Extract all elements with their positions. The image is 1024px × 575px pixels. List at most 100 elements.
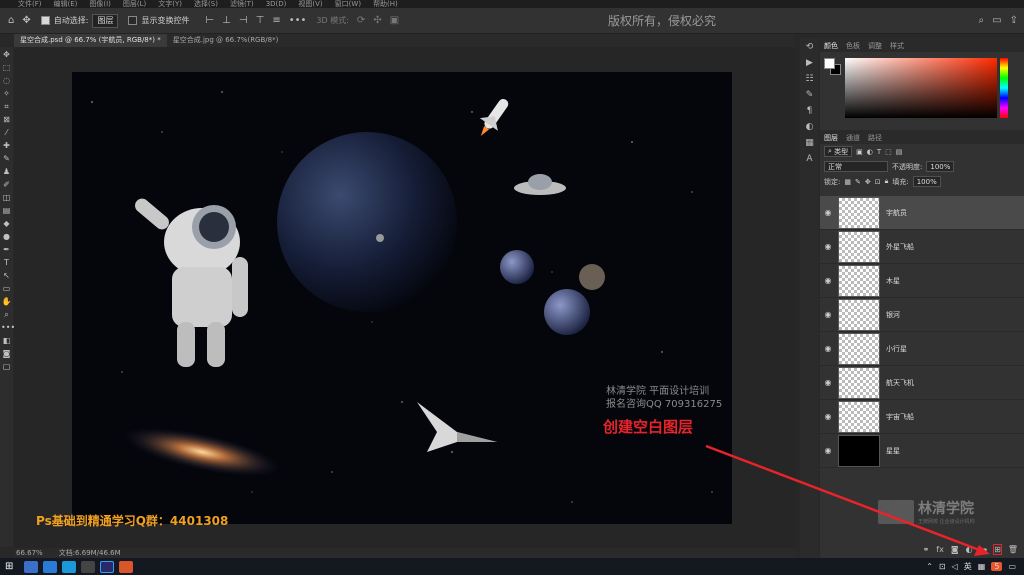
tab-adjustments[interactable]: 调整 bbox=[868, 41, 882, 50]
align-left-icon[interactable]: ⊢ bbox=[205, 15, 214, 26]
align-right-icon[interactable]: ⊣ bbox=[239, 15, 248, 26]
layer-name[interactable]: 宇宙飞船 bbox=[886, 412, 914, 422]
stamp-icon[interactable]: ♟ bbox=[1, 166, 12, 177]
lasso-icon[interactable]: ◌ bbox=[1, 75, 12, 86]
adjustment-layer-icon[interactable]: ◐ bbox=[966, 545, 973, 554]
blend-mode-dropdown[interactable]: 正常 bbox=[824, 161, 888, 172]
brush-settings-icon[interactable]: ✎ bbox=[806, 90, 814, 100]
opacity-input[interactable]: 100% bbox=[926, 161, 955, 172]
move-tool-icon[interactable]: ✥ bbox=[22, 15, 30, 26]
healing-icon[interactable]: ✚ bbox=[1, 140, 12, 151]
hand-icon[interactable]: ✋ bbox=[1, 296, 12, 307]
eye-icon[interactable]: ◉ bbox=[820, 310, 836, 319]
new-layer-icon[interactable]: ⊞ bbox=[993, 543, 1002, 555]
ime-indicator[interactable]: 英 bbox=[964, 561, 972, 572]
move-icon[interactable]: ✥ bbox=[1, 49, 12, 60]
zoom-level[interactable]: 66.67% bbox=[16, 548, 43, 558]
actions-icon[interactable]: ▶ bbox=[806, 58, 813, 68]
eraser-icon[interactable]: ◫ bbox=[1, 192, 12, 203]
filter-smart-icon[interactable]: ▤ bbox=[896, 148, 903, 156]
brush-icon[interactable]: ✎ bbox=[1, 153, 12, 164]
lock-artboard-icon[interactable]: ⊡ bbox=[875, 178, 881, 186]
paragraph-icon[interactable]: ¶ bbox=[807, 106, 813, 116]
lock-pixels-icon[interactable]: ▦ bbox=[844, 178, 851, 186]
filter-type-icon[interactable]: T bbox=[877, 148, 881, 156]
eye-icon[interactable]: ◉ bbox=[820, 276, 836, 285]
camera-3d-icon[interactable]: ▣ bbox=[390, 15, 399, 26]
menu-layer[interactable]: 图层(L) bbox=[123, 0, 146, 8]
character-icon[interactable]: A bbox=[806, 154, 812, 164]
network-icon[interactable]: ⊡ bbox=[939, 562, 946, 571]
menu-type[interactable]: 文字(Y) bbox=[158, 0, 182, 8]
history-icon[interactable]: ⟲ bbox=[806, 42, 814, 52]
foreground-color-swatch[interactable] bbox=[824, 58, 835, 69]
menu-view[interactable]: 视图(V) bbox=[298, 0, 322, 8]
action-center-icon[interactable]: ▭ bbox=[1008, 562, 1016, 571]
filter-shape-icon[interactable]: ⬚ bbox=[885, 148, 892, 156]
browser-icon[interactable] bbox=[43, 560, 57, 573]
frame-icon[interactable]: ⊠ bbox=[1, 114, 12, 125]
delete-layer-icon[interactable]: 🗑︎ bbox=[1008, 545, 1018, 554]
tab-paths[interactable]: 路径 bbox=[868, 133, 882, 142]
layer-filter-dropdown[interactable]: ⌕ 类型 bbox=[824, 146, 853, 157]
more-options-icon[interactable]: ••• bbox=[289, 15, 307, 26]
tab-swatches[interactable]: 色板 bbox=[846, 41, 860, 50]
menu-file[interactable]: 文件(F) bbox=[18, 0, 42, 8]
tab-channels[interactable]: 通道 bbox=[846, 133, 860, 142]
menu-image[interactable]: 图像(I) bbox=[89, 0, 111, 8]
layer-name[interactable]: 星星 bbox=[886, 446, 900, 456]
tab-jpg[interactable]: 星空合成.jpg @ 66.7%(RGB/8*) bbox=[167, 34, 285, 47]
filter-pixel-icon[interactable]: ▣ bbox=[856, 148, 863, 156]
crop-icon[interactable]: ⌗ bbox=[1, 101, 12, 112]
workspace-icon[interactable]: ▭ bbox=[992, 15, 1001, 26]
libraries-icon[interactable]: ▦ bbox=[805, 138, 814, 148]
layer-name[interactable]: 银河 bbox=[886, 310, 900, 320]
lock-all-icon[interactable]: 🔒︎ bbox=[885, 177, 889, 186]
eye-icon[interactable]: ◉ bbox=[820, 344, 836, 353]
properties-icon[interactable]: ☷ bbox=[805, 74, 813, 84]
align-top-icon[interactable]: ⊤ bbox=[256, 15, 265, 26]
app2-icon[interactable] bbox=[81, 560, 95, 573]
layer-name[interactable]: 航天飞机 bbox=[886, 378, 914, 388]
color-swatch-icon[interactable]: ◧ bbox=[1, 335, 12, 346]
menu-help[interactable]: 帮助(H) bbox=[373, 0, 398, 8]
tab-psd[interactable]: 星空合成.psd @ 66.7% (宇航员, RGB/8*) * bbox=[14, 34, 167, 47]
eye-icon[interactable]: ◉ bbox=[820, 378, 836, 387]
type-icon[interactable]: T bbox=[1, 257, 12, 268]
edit-toolbar-icon[interactable]: ••• bbox=[1, 322, 15, 333]
tray-up-icon[interactable]: ⌃ bbox=[926, 562, 933, 571]
app-icon[interactable] bbox=[62, 560, 76, 573]
add-mask-icon[interactable]: ◙ bbox=[951, 545, 959, 554]
layer-row-spaceship[interactable]: ◉ 宇宙飞船 bbox=[820, 400, 1024, 434]
volume-icon[interactable]: ◁ bbox=[952, 562, 958, 571]
zoom-icon[interactable]: ⌕ bbox=[1, 309, 12, 320]
adjustments-icon[interactable]: ◐ bbox=[806, 122, 814, 132]
tab-color[interactable]: 颜色 bbox=[824, 41, 838, 50]
screen-mode-icon[interactable]: ▢ bbox=[1, 361, 12, 372]
search-icon[interactable]: ⌕ bbox=[979, 15, 985, 26]
home-icon[interactable]: ⌂ bbox=[8, 15, 14, 26]
layer-name[interactable]: 小行星 bbox=[886, 344, 907, 354]
eye-icon[interactable]: ◉ bbox=[820, 208, 836, 217]
menu-3d[interactable]: 3D(D) bbox=[266, 0, 287, 8]
share-icon[interactable]: ⇪ bbox=[1010, 15, 1018, 26]
eye-icon[interactable]: ◉ bbox=[820, 412, 836, 421]
layer-name[interactable]: 木星 bbox=[886, 276, 900, 286]
layer-row-jupiter[interactable]: ◉ 木星 bbox=[820, 264, 1024, 298]
dodge-icon[interactable]: ● bbox=[1, 231, 12, 242]
eye-icon[interactable]: ◉ bbox=[820, 242, 836, 251]
start-icon[interactable]: ⊞ bbox=[5, 561, 19, 573]
photoshop-icon[interactable] bbox=[100, 560, 114, 573]
menu-filter[interactable]: 滤镜(T) bbox=[230, 0, 254, 8]
gradient-icon[interactable]: ▤ bbox=[1, 205, 12, 216]
layer-row-astronaut[interactable]: ◉ 宇航员 bbox=[820, 196, 1024, 230]
lock-position-icon[interactable]: ✥ bbox=[865, 178, 871, 186]
new-group-icon[interactable]: ▬ bbox=[980, 545, 988, 554]
layer-row-shuttle[interactable]: ◉ 航天飞机 bbox=[820, 366, 1024, 400]
auto-select-dropdown[interactable]: 图层 bbox=[92, 13, 119, 28]
distribute-icon[interactable]: ≡ bbox=[272, 15, 280, 26]
menu-select[interactable]: 选择(S) bbox=[194, 0, 218, 8]
blur-icon[interactable]: ◆ bbox=[1, 218, 12, 229]
notify-badge[interactable]: 5 bbox=[991, 562, 1003, 571]
layer-row-asteroid[interactable]: ◉ 小行星 bbox=[820, 332, 1024, 366]
